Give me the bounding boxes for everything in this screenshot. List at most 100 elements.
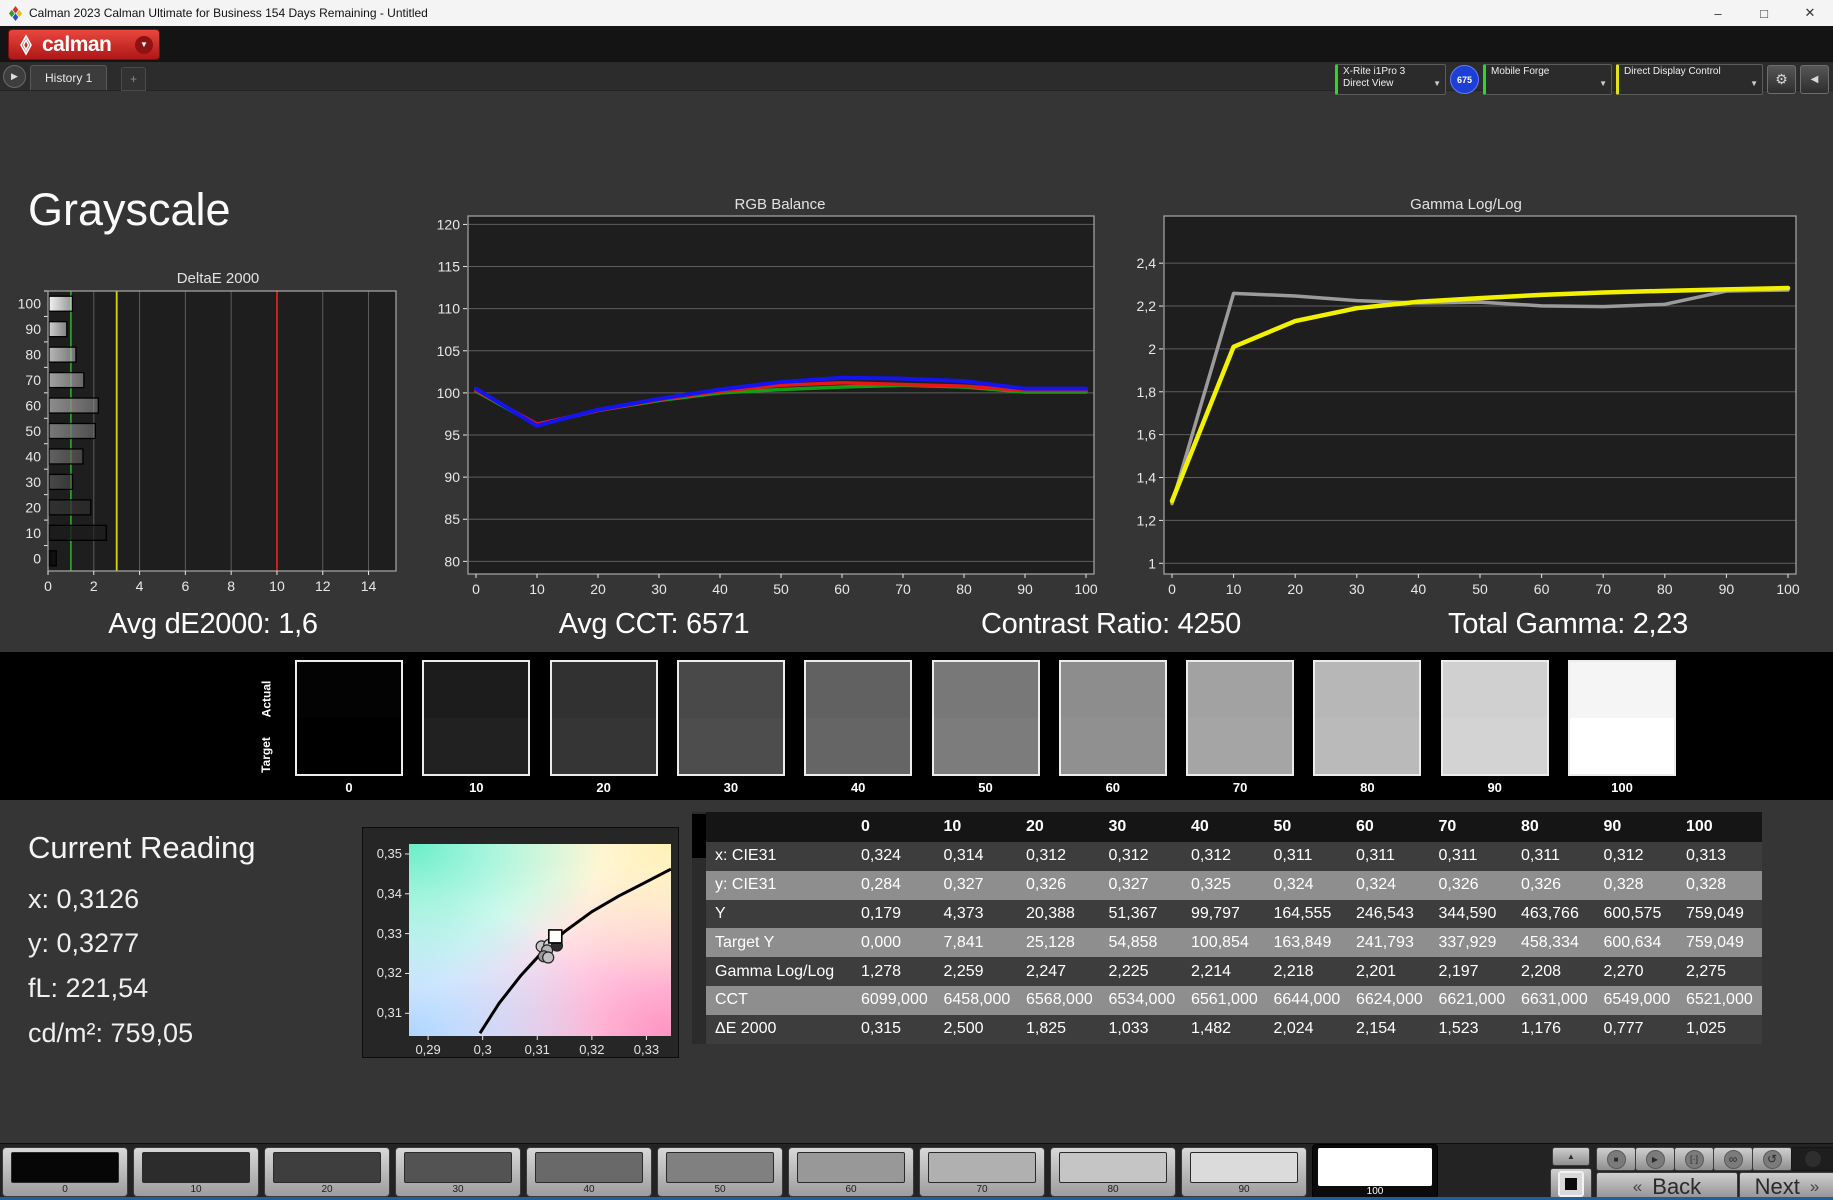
table-cell: 0,311 — [1356, 847, 1395, 865]
play-button[interactable]: ▶ — [1635, 1147, 1675, 1171]
pattern-patch-70[interactable]: 70 — [919, 1147, 1045, 1197]
svg-text:30: 30 — [25, 474, 41, 490]
measurement-table: 0 10 20 30 40 50 60 70 80 90 100 x: CIE31 0,324 0,314… — [692, 812, 1772, 1044]
patch-label: 50 — [714, 1184, 726, 1195]
patch-swatch — [273, 1152, 381, 1183]
swatch-target — [551, 718, 656, 774]
pattern-patch-80[interactable]: 80 — [1050, 1147, 1176, 1197]
page-title: Grayscale — [28, 184, 231, 235]
table-scroll-thumb[interactable] — [692, 814, 706, 858]
pattern-window-button[interactable] — [1550, 1168, 1592, 1200]
tab-history-1[interactable]: History 1 — [30, 65, 108, 90]
table-cell: 2,247 — [1026, 962, 1067, 980]
current-reading-title: Current Reading — [28, 830, 256, 865]
patch-swatch — [797, 1152, 905, 1183]
rgb-balance-chart: 80 85 90 95 100 105 110 115 120 0 10 20 30 40 50 60 70 80… — [437, 215, 1098, 597]
table-cell: 337,929 — [1438, 933, 1497, 951]
table-cell: 6521,000 — [1686, 991, 1753, 1009]
cie-xtick-0,33: 0,33 — [633, 1042, 660, 1057]
pattern-patch-10[interactable]: 10 — [133, 1147, 259, 1197]
swatch-label: 40 — [850, 780, 866, 795]
svg-text:90: 90 — [1017, 581, 1033, 597]
meter-dropdown[interactable]: X-Rite i1Pro 3 Direct View ▼ — [1335, 64, 1446, 95]
close-button[interactable]: ✕ — [1787, 0, 1833, 26]
pattern-bar-expand-button[interactable]: ▲ — [1552, 1147, 1590, 1166]
svg-text:10: 10 — [1226, 581, 1242, 597]
cie-xtick-0,29: 0,29 — [415, 1042, 441, 1057]
svg-text:50: 50 — [1472, 581, 1488, 597]
collapse-panel-button[interactable]: ◀ — [1800, 65, 1829, 94]
table-cell: 0,326 — [1521, 876, 1562, 894]
next-button[interactable]: Next » — [1739, 1172, 1833, 1200]
table-cell: 54,858 — [1108, 933, 1158, 951]
reading-fl: fL: 221,54 — [28, 973, 149, 1003]
calman-logo-text: calman — [42, 32, 112, 56]
settings-button[interactable]: ⚙ — [1767, 65, 1796, 94]
patch-swatch — [1190, 1152, 1298, 1183]
table-cell: 458,334 — [1521, 933, 1579, 951]
grayscale-swatch-0 — [295, 660, 403, 776]
table-cell: 246,543 — [1356, 904, 1414, 922]
svg-text:80: 80 — [444, 553, 460, 569]
svg-text:4: 4 — [136, 578, 144, 594]
svg-text:2,2: 2,2 — [1137, 298, 1157, 314]
add-tab-button[interactable]: + — [121, 67, 146, 91]
stop-button[interactable]: ■ — [1596, 1147, 1636, 1171]
table-cell: 1,025 — [1686, 1020, 1727, 1038]
grayscale-swatch-100 — [1568, 660, 1676, 776]
chevron-down-icon[interactable]: ▼ — [135, 35, 153, 54]
svg-text:50: 50 — [25, 423, 41, 439]
measure-window-button[interactable]: [·] — [1674, 1147, 1714, 1171]
stat-contrast: Contrast Ratio: 4250 — [981, 608, 1241, 640]
pattern-patch-60[interactable]: 60 — [788, 1147, 914, 1197]
swatch-target — [1442, 718, 1547, 774]
table-row-x-cie31: x: CIE31 0,324 0,314 0,312 0,312 0,312 0,311 0,… — [706, 842, 1762, 871]
svg-text:0: 0 — [33, 550, 41, 566]
pattern-patch-90[interactable]: 90 — [1181, 1147, 1307, 1197]
svg-text:80: 80 — [1657, 581, 1673, 597]
grayscale-swatch-strip: Actual Target 0 10 20 30 40 50 60 70 80 90 100 — [0, 652, 1833, 800]
pattern-patch-30[interactable]: 30 — [395, 1147, 521, 1197]
back-button[interactable]: « Back — [1596, 1172, 1738, 1200]
pattern-patch-40[interactable]: 40 — [526, 1147, 652, 1197]
maximize-button[interactable]: □ — [1741, 0, 1787, 26]
pattern-patch-20[interactable]: 20 — [264, 1147, 390, 1197]
svg-text:120: 120 — [437, 216, 461, 232]
svg-text:70: 70 — [25, 372, 41, 388]
pattern-patch-50[interactable]: 50 — [657, 1147, 783, 1197]
chevrons-right-icon: » — [1809, 1176, 1820, 1196]
chevron-left-icon: ◀ — [1810, 74, 1819, 85]
table-cell: 0,312 — [1108, 847, 1149, 865]
table-cell: 0,315 — [861, 1020, 902, 1038]
table-cell: 6099,000 — [861, 991, 928, 1009]
patch-swatch — [535, 1152, 643, 1183]
svg-text:0: 0 — [1168, 581, 1176, 597]
table-cell: 759,049 — [1686, 933, 1744, 951]
table-cell: 2,275 — [1686, 962, 1727, 980]
table-cell: 6644,000 — [1273, 991, 1341, 1009]
swatch-label: 100 — [1611, 780, 1633, 795]
refresh-button[interactable]: ↺ — [1752, 1147, 1792, 1171]
svg-text:1,6: 1,6 — [1137, 427, 1157, 443]
minimize-button[interactable]: – — [1695, 0, 1741, 26]
cie-overlay — [405, 853, 671, 1040]
column-header-0: 0 — [861, 818, 870, 835]
app-icon — [8, 5, 23, 21]
patch-label: 70 — [976, 1184, 988, 1195]
svg-text:20: 20 — [25, 499, 41, 515]
patch-label: 90 — [1238, 1184, 1250, 1195]
svg-text:0: 0 — [44, 578, 52, 594]
swatch-label: 10 — [469, 780, 484, 795]
calman-window: Calman 2023 Calman Ultimate for Business… — [0, 0, 1833, 1200]
calman-menu-button[interactable]: calman ▼ — [8, 29, 160, 60]
tab-scroll-button[interactable]: ▶ — [3, 65, 26, 88]
svg-text:105: 105 — [437, 343, 461, 359]
display-control-dropdown[interactable]: Direct Display Control ▼ — [1616, 64, 1763, 95]
grayscale-swatch-30 — [676, 660, 785, 776]
table-cell: 6549,000 — [1603, 991, 1671, 1009]
source-dropdown[interactable]: Mobile Forge ▼ — [1483, 64, 1612, 95]
pattern-patch-0[interactable]: 0 — [2, 1147, 128, 1197]
column-header-90: 90 — [1603, 818, 1622, 835]
continuous-measure-button[interactable]: ∞ — [1713, 1147, 1753, 1171]
pattern-patch-100[interactable]: 100 — [1312, 1144, 1438, 1199]
